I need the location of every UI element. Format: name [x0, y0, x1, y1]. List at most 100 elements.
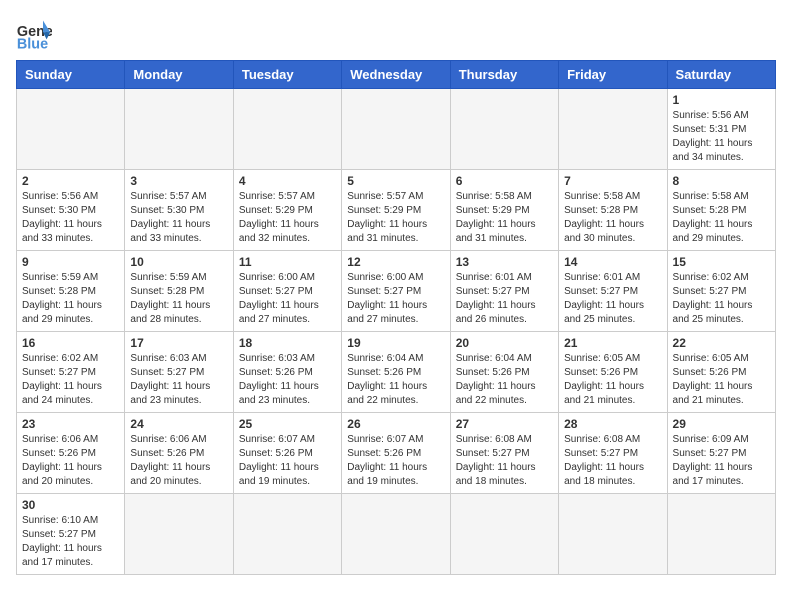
week-row-4: 16 Sunrise: 6:02 AM Sunset: 5:27 PM Dayli…: [17, 332, 776, 413]
day-number: 9: [22, 255, 119, 269]
day-info: Sunrise: 5:57 AM Sunset: 5:29 PM Dayligh…: [347, 190, 444, 246]
logo: General Blue: [16, 16, 58, 52]
day-cell: 4 Sunrise: 5:57 AM Sunset: 5:29 PM Daylig…: [233, 170, 341, 251]
day-cell: [342, 89, 450, 170]
day-number: 3: [130, 174, 227, 188]
day-number: 20: [456, 336, 553, 350]
day-cell: [559, 494, 667, 575]
day-number: 4: [239, 174, 336, 188]
day-cell: [233, 494, 341, 575]
day-cell: 12Sunrise: 6:00 AM Sunset: 5:27 PM Dayli…: [342, 251, 450, 332]
day-cell: 15 Sunrise: 6:02 AM Sunset: 5:27 PM Dayli…: [667, 251, 775, 332]
day-info: Sunrise: 5:59 AM Sunset: 5:28 PM Dayligh…: [130, 271, 227, 327]
day-number: 24: [130, 417, 227, 431]
day-info: Sunrise: 6:01 AM Sunset: 5:27 PM Dayligh…: [456, 271, 553, 327]
day-number: 19: [347, 336, 444, 350]
day-number: 30: [22, 498, 119, 512]
day-cell: 19 Sunrise: 6:04 AM Sunset: 5:26 PM Dayli…: [342, 332, 450, 413]
day-info: Sunrise: 5:59 AM Sunset: 5:28 PM Dayligh…: [22, 271, 119, 327]
day-info: Sunrise: 5:56 AM Sunset: 5:31 PM Dayligh…: [673, 109, 770, 165]
day-info: Sunrise: 5:58 AM Sunset: 5:29 PM Dayligh…: [456, 190, 553, 246]
week-row-3: 9 Sunrise: 5:59 AM Sunset: 5:28 PM Daylig…: [17, 251, 776, 332]
day-number: 16: [22, 336, 119, 350]
day-cell: [125, 89, 233, 170]
day-info: Sunrise: 6:03 AM Sunset: 5:26 PM Dayligh…: [239, 352, 336, 408]
day-number: 29: [673, 417, 770, 431]
day-info: Sunrise: 6:09 AM Sunset: 5:27 PM Dayligh…: [673, 433, 770, 489]
day-number: 1: [673, 93, 770, 107]
day-info: Sunrise: 6:00 AM Sunset: 5:27 PM Dayligh…: [239, 271, 336, 327]
day-cell: 14Sunrise: 6:01 AM Sunset: 5:27 PM Dayli…: [559, 251, 667, 332]
weekday-header-sunday: Sunday: [17, 61, 125, 89]
day-info: Sunrise: 5:58 AM Sunset: 5:28 PM Dayligh…: [673, 190, 770, 246]
day-cell: [233, 89, 341, 170]
day-cell: 1 Sunrise: 5:56 AM Sunset: 5:31 PM Daylig…: [667, 89, 775, 170]
day-cell: 23Sunrise: 6:06 AM Sunset: 5:26 PM Dayli…: [17, 413, 125, 494]
day-cell: [450, 89, 558, 170]
day-cell: 26 Sunrise: 6:07 AM Sunset: 5:26 PM Dayli…: [342, 413, 450, 494]
day-cell: 9 Sunrise: 5:59 AM Sunset: 5:28 PM Daylig…: [17, 251, 125, 332]
weekday-header-thursday: Thursday: [450, 61, 558, 89]
day-info: Sunrise: 6:06 AM Sunset: 5:26 PM Dayligh…: [130, 433, 227, 489]
calendar-body: 1 Sunrise: 5:56 AM Sunset: 5:31 PM Daylig…: [17, 89, 776, 575]
day-cell: 10 Sunrise: 5:59 AM Sunset: 5:28 PM Dayli…: [125, 251, 233, 332]
day-cell: 5 Sunrise: 5:57 AM Sunset: 5:29 PM Daylig…: [342, 170, 450, 251]
day-info: Sunrise: 6:10 AM Sunset: 5:27 PM Dayligh…: [22, 514, 119, 570]
weekday-header-tuesday: Tuesday: [233, 61, 341, 89]
day-cell: [17, 89, 125, 170]
day-cell: 7Sunrise: 5:58 AM Sunset: 5:28 PM Daylig…: [559, 170, 667, 251]
day-info: Sunrise: 5:57 AM Sunset: 5:30 PM Dayligh…: [130, 190, 227, 246]
day-cell: 21 Sunrise: 6:05 AM Sunset: 5:26 PM Dayli…: [559, 332, 667, 413]
day-cell: 6 Sunrise: 5:58 AM Sunset: 5:29 PM Daylig…: [450, 170, 558, 251]
day-info: Sunrise: 6:04 AM Sunset: 5:26 PM Dayligh…: [456, 352, 553, 408]
day-number: 18: [239, 336, 336, 350]
day-number: 26: [347, 417, 444, 431]
day-number: 10: [130, 255, 227, 269]
day-number: 25: [239, 417, 336, 431]
day-number: 15: [673, 255, 770, 269]
day-info: Sunrise: 6:08 AM Sunset: 5:27 PM Dayligh…: [564, 433, 661, 489]
weekday-header-saturday: Saturday: [667, 61, 775, 89]
day-cell: 8Sunrise: 5:58 AM Sunset: 5:28 PM Daylig…: [667, 170, 775, 251]
day-number: 5: [347, 174, 444, 188]
day-cell: 13Sunrise: 6:01 AM Sunset: 5:27 PM Dayli…: [450, 251, 558, 332]
weekday-header-friday: Friday: [559, 61, 667, 89]
day-cell: 27Sunrise: 6:08 AM Sunset: 5:27 PM Dayli…: [450, 413, 558, 494]
day-info: Sunrise: 6:02 AM Sunset: 5:27 PM Dayligh…: [22, 352, 119, 408]
day-number: 14: [564, 255, 661, 269]
day-cell: 22Sunrise: 6:05 AM Sunset: 5:26 PM Dayli…: [667, 332, 775, 413]
day-cell: 25Sunrise: 6:07 AM Sunset: 5:26 PM Dayli…: [233, 413, 341, 494]
day-number: 22: [673, 336, 770, 350]
weekday-header: SundayMondayTuesdayWednesdayThursdayFrid…: [17, 61, 776, 89]
day-number: 7: [564, 174, 661, 188]
header: General Blue: [16, 16, 776, 52]
day-number: 21: [564, 336, 661, 350]
week-row-6: 30 Sunrise: 6:10 AM Sunset: 5:27 PM Dayli…: [17, 494, 776, 575]
day-number: 6: [456, 174, 553, 188]
day-info: Sunrise: 5:57 AM Sunset: 5:29 PM Dayligh…: [239, 190, 336, 246]
week-row-5: 23Sunrise: 6:06 AM Sunset: 5:26 PM Dayli…: [17, 413, 776, 494]
day-number: 11: [239, 255, 336, 269]
day-cell: 28 Sunrise: 6:08 AM Sunset: 5:27 PM Dayli…: [559, 413, 667, 494]
day-number: 28: [564, 417, 661, 431]
day-info: Sunrise: 6:03 AM Sunset: 5:27 PM Dayligh…: [130, 352, 227, 408]
day-info: Sunrise: 6:02 AM Sunset: 5:27 PM Dayligh…: [673, 271, 770, 327]
day-number: 27: [456, 417, 553, 431]
day-cell: 3 Sunrise: 5:57 AM Sunset: 5:30 PM Daylig…: [125, 170, 233, 251]
day-cell: 20 Sunrise: 6:04 AM Sunset: 5:26 PM Dayli…: [450, 332, 558, 413]
day-cell: 18 Sunrise: 6:03 AM Sunset: 5:26 PM Dayli…: [233, 332, 341, 413]
day-info: Sunrise: 5:56 AM Sunset: 5:30 PM Dayligh…: [22, 190, 119, 246]
day-cell: [450, 494, 558, 575]
day-info: Sunrise: 6:07 AM Sunset: 5:26 PM Dayligh…: [347, 433, 444, 489]
day-cell: [342, 494, 450, 575]
day-cell: 29 Sunrise: 6:09 AM Sunset: 5:27 PM Dayli…: [667, 413, 775, 494]
day-number: 2: [22, 174, 119, 188]
day-cell: [559, 89, 667, 170]
day-info: Sunrise: 6:04 AM Sunset: 5:26 PM Dayligh…: [347, 352, 444, 408]
day-cell: 2 Sunrise: 5:56 AM Sunset: 5:30 PM Daylig…: [17, 170, 125, 251]
day-info: Sunrise: 6:06 AM Sunset: 5:26 PM Dayligh…: [22, 433, 119, 489]
svg-text:Blue: Blue: [17, 36, 48, 52]
week-row-2: 2 Sunrise: 5:56 AM Sunset: 5:30 PM Daylig…: [17, 170, 776, 251]
day-cell: 16 Sunrise: 6:02 AM Sunset: 5:27 PM Dayli…: [17, 332, 125, 413]
day-info: Sunrise: 6:05 AM Sunset: 5:26 PM Dayligh…: [564, 352, 661, 408]
